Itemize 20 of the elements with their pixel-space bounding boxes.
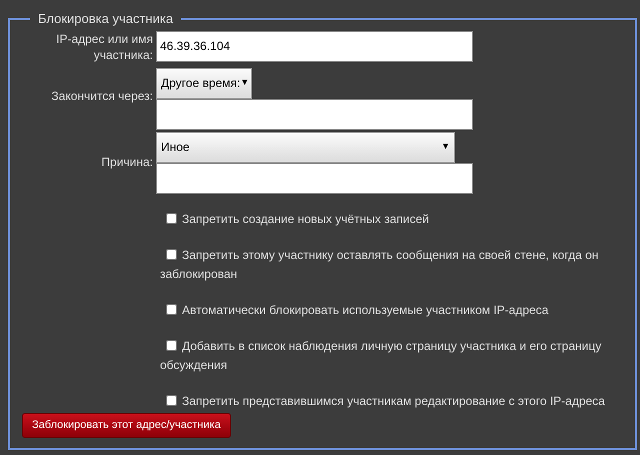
field-label: IP-адрес или имя участника: xyxy=(55,30,153,62)
checkbox[interactable] xyxy=(166,248,177,260)
checkbox-label[interactable]: Запретить этому участнику оставлять сообщения на своей стене, когда он заблокирован xyxy=(160,246,625,284)
section-legend: Блокировка участника xyxy=(30,9,182,28)
checkbox[interactable] xyxy=(166,340,177,350)
checkbox[interactable] xyxy=(166,394,177,406)
reason-select[interactable]: Иное ▼ xyxy=(156,132,455,162)
checkbox-label[interactable]: Запретить создание новых учётных записей xyxy=(160,210,625,228)
field-label: Причина: xyxy=(100,154,153,170)
expiry-select[interactable]: Другое время:▼ xyxy=(156,68,252,98)
checkbox-label[interactable]: Автоматически блокировать используемые участником IP-адреса xyxy=(160,300,625,320)
checkbox[interactable] xyxy=(166,212,177,224)
checkbox[interactable] xyxy=(166,304,177,314)
reason-field[interactable] xyxy=(156,162,473,194)
block-button[interactable]: Заблокировать этот адрес/участника xyxy=(22,412,231,438)
checkbox-label[interactable]: Добавить в список наблюдения личную страницу участника и его страницу обсуждения xyxy=(160,336,625,374)
ip-field[interactable]: 46.39.36.104 xyxy=(156,30,473,62)
checkbox-label[interactable]: Запретить представившимся участникам редактирование с этого IP-адреса xyxy=(160,392,625,410)
expiry-field[interactable] xyxy=(156,98,473,130)
field-label: Закончится через: xyxy=(50,88,153,105)
